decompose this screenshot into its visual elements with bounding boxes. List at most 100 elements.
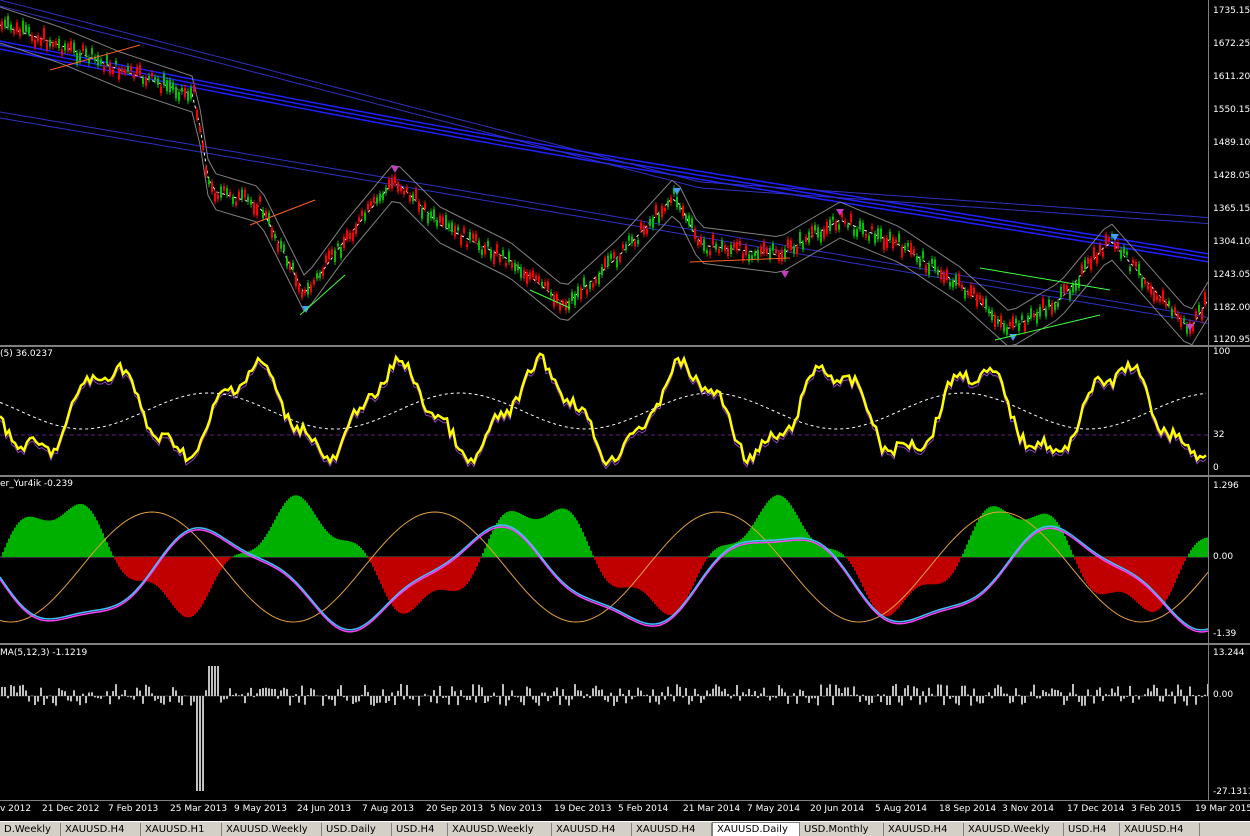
chart-tab[interactable]: D.Weekly xyxy=(0,823,61,836)
candle-body xyxy=(334,250,336,262)
price-tick: 1243.05 xyxy=(1213,270,1250,280)
candle-body xyxy=(619,256,621,262)
macd-histogram-bar xyxy=(18,522,20,557)
candle-body xyxy=(961,285,963,288)
candle-body xyxy=(1024,323,1026,332)
macd-histogram-bar xyxy=(202,557,204,604)
osma-bar xyxy=(952,696,954,697)
osma-bar xyxy=(454,691,456,696)
candle-body xyxy=(367,204,369,210)
macd-histogram-bar xyxy=(716,548,718,557)
macd-histogram-bar xyxy=(944,557,946,581)
rsi-pane[interactable]: (5) 36.0237 xyxy=(0,347,1208,475)
macd-histogram-bar xyxy=(366,556,368,557)
macd-histogram-bar xyxy=(1116,557,1118,592)
chart-tab[interactable]: XAUUSD.Weekly xyxy=(448,823,552,836)
chart-tab[interactable]: XAUUSD.Weekly xyxy=(222,823,322,836)
price-chart-pane[interactable] xyxy=(0,0,1208,345)
chart-tab[interactable]: XAUUSD.Weekly xyxy=(964,823,1064,836)
chart-tab[interactable]: XAUUSD.H4 xyxy=(632,823,712,836)
macd-histogram-bar xyxy=(402,557,404,614)
macd-histogram-bar xyxy=(302,498,304,557)
macd-histogram-bar xyxy=(88,508,90,557)
macd-histogram-bar xyxy=(966,545,968,557)
macd-histogram-bar xyxy=(744,536,746,557)
candle-body xyxy=(1096,255,1098,263)
macd-histogram-bar xyxy=(1102,557,1104,594)
macd-histogram-bar xyxy=(898,557,900,607)
candle-body xyxy=(850,214,852,223)
macd-tick: 1.296 xyxy=(1213,481,1239,491)
candle-body xyxy=(1138,264,1140,275)
osma-bar xyxy=(67,696,69,700)
chart-tab[interactable]: XAUUSD.H4 xyxy=(552,823,632,836)
macd-histogram-bar xyxy=(126,557,128,576)
macd-histogram-bar xyxy=(676,557,678,612)
macd-histogram-bar xyxy=(620,557,622,588)
osma-bar xyxy=(130,696,132,697)
candle-body xyxy=(517,265,519,271)
candle-body xyxy=(544,282,546,286)
macd-histogram-bar xyxy=(4,547,6,557)
chart-tab[interactable]: XAUUSD.H1 xyxy=(141,823,222,836)
osma-bar xyxy=(1015,688,1017,696)
osma-bar xyxy=(640,691,642,696)
macd-histogram-bar xyxy=(320,524,322,557)
macd-histogram-bar xyxy=(212,557,214,584)
candle-body xyxy=(322,269,324,276)
candle-body xyxy=(235,201,237,205)
macd-histogram-bar xyxy=(1032,517,1034,557)
chart-tab[interactable]: XAUUSD.H4 xyxy=(61,823,141,836)
osma-bar xyxy=(433,690,435,696)
macd-histogram-bar xyxy=(304,500,306,557)
candle-body xyxy=(325,255,327,262)
chart-tab[interactable]: USD.H4 xyxy=(1064,823,1120,836)
osma-bar xyxy=(1090,695,1092,696)
candle-body xyxy=(601,267,603,275)
osma-bar xyxy=(715,684,717,696)
chart-tab[interactable]: XAUUSD.H4 xyxy=(884,823,964,836)
macd-histogram-bar xyxy=(480,557,482,558)
macd-histogram-bar xyxy=(690,557,692,590)
chart-tab[interactable]: XAUUSD.H4 xyxy=(1120,823,1200,836)
osma-bar xyxy=(460,690,462,696)
macd-histogram-bar xyxy=(396,557,398,611)
osma-bar xyxy=(919,696,921,705)
macd-histogram-bar xyxy=(740,539,742,557)
candle-body xyxy=(1177,314,1179,320)
macd-histogram-bar xyxy=(888,557,890,616)
macd-pane[interactable]: er_Yur4ik -0.239 xyxy=(0,477,1208,643)
candle-body xyxy=(187,91,189,101)
macd-histogram-bar xyxy=(1022,520,1024,557)
macd-histogram-bar xyxy=(756,518,758,557)
candle-body xyxy=(529,272,531,279)
osma-bar xyxy=(40,688,42,696)
candle-body xyxy=(82,45,84,51)
osma-pane[interactable]: MA(5,12,3) -1.1219 xyxy=(0,645,1208,800)
candle-body xyxy=(433,209,435,219)
osma-bar xyxy=(1153,685,1155,696)
time-tick: 24 Jun 2013 xyxy=(297,804,351,814)
macd-histogram-bar xyxy=(452,557,454,591)
macd-histogram-bar xyxy=(1190,550,1192,557)
chart-tab[interactable]: USD.Monthly xyxy=(800,823,884,836)
osma-bar xyxy=(1144,694,1146,696)
chart-tab[interactable]: USD.Daily xyxy=(322,823,392,836)
candle-body xyxy=(61,49,63,55)
trend-line xyxy=(300,275,345,315)
osma-bar xyxy=(34,696,36,705)
chart-tab-active[interactable]: XAUUSD.Daily xyxy=(712,822,800,836)
osma-bar xyxy=(472,684,474,696)
osma-bar xyxy=(481,687,483,696)
osma-bar xyxy=(673,696,675,701)
time-tick: 7 Aug 2013 xyxy=(362,804,414,814)
macd-histogram-bar xyxy=(198,557,200,610)
chart-tab[interactable]: USD.H4 xyxy=(392,823,448,836)
osma-bar xyxy=(7,696,9,698)
candle-body xyxy=(1,22,3,30)
candle-body xyxy=(283,244,285,251)
macd-histogram-bar xyxy=(460,557,462,589)
osma-bar xyxy=(541,693,543,696)
candle-body xyxy=(988,309,990,314)
candle-body xyxy=(523,270,525,278)
